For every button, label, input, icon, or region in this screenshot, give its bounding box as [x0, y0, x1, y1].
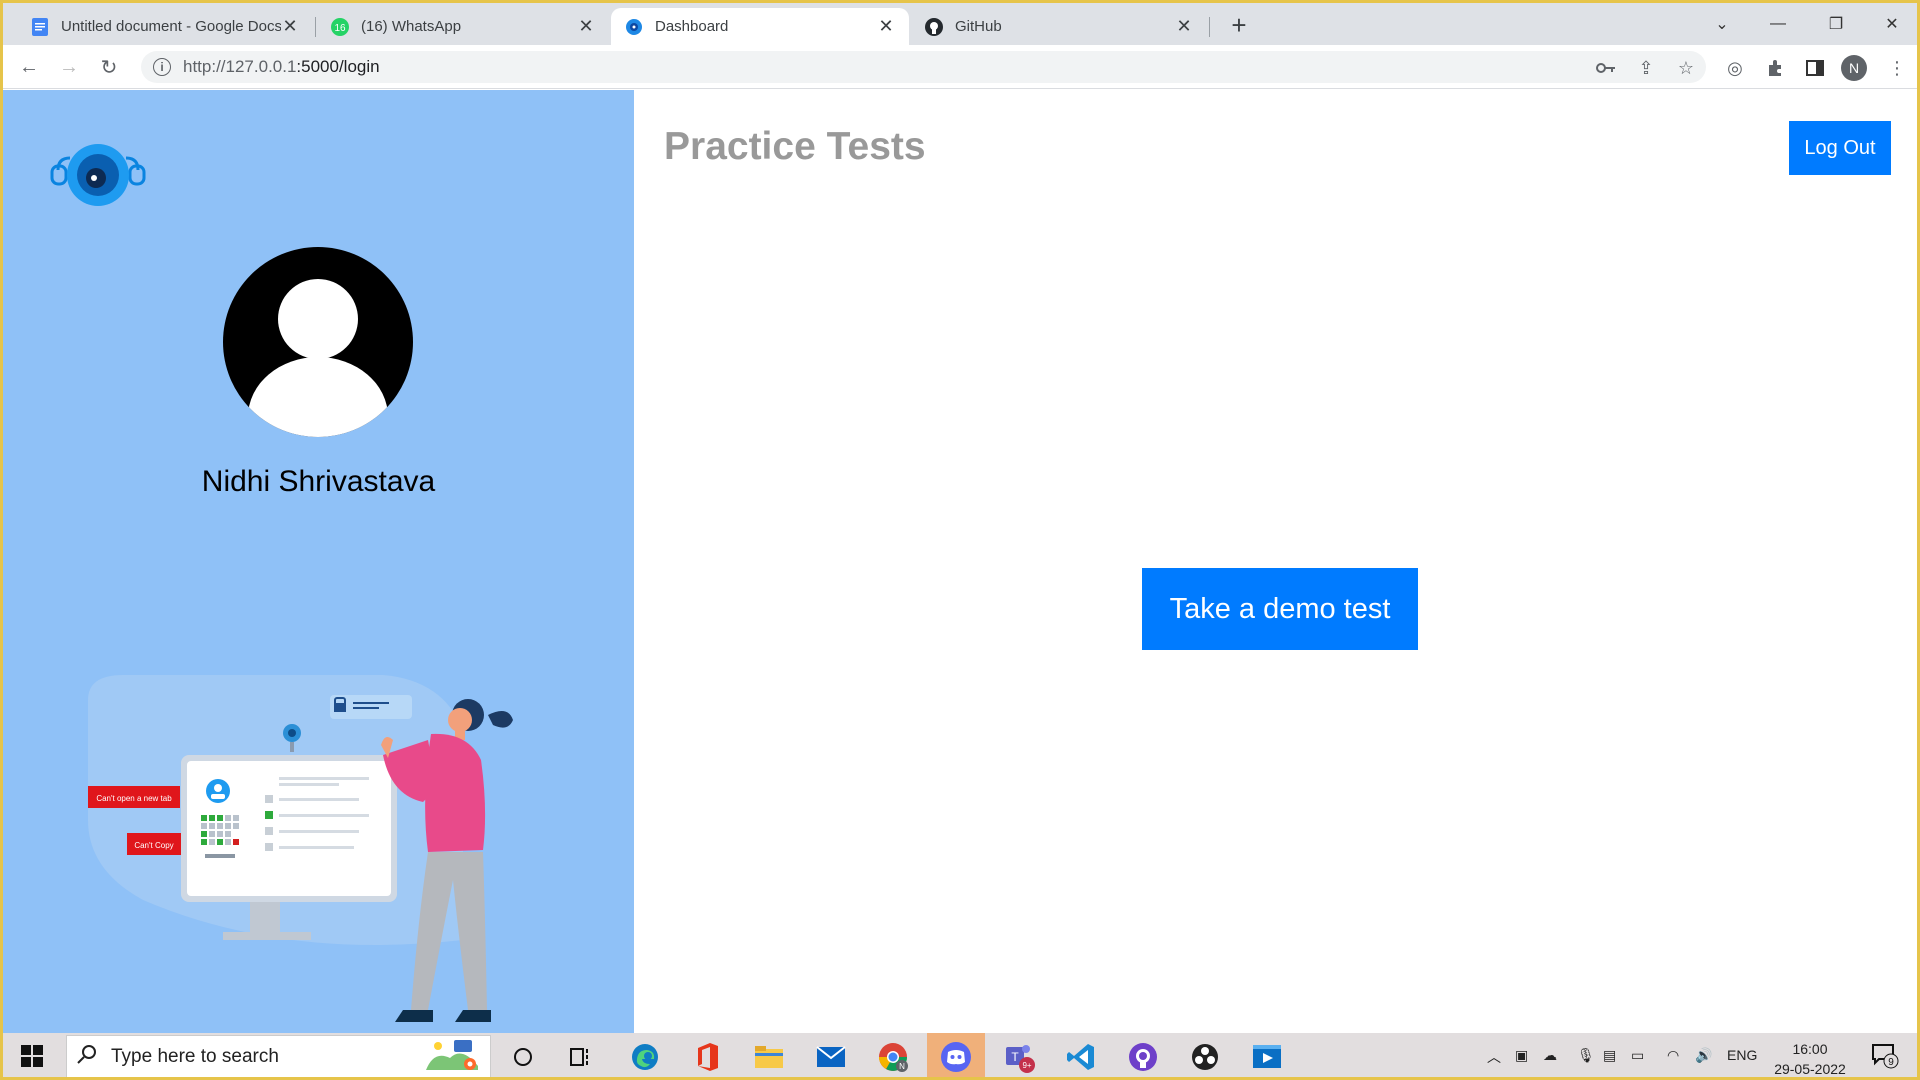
sidebar: Nidhi Shrivastava Can't open a new tab C…	[3, 90, 634, 1033]
browser-tab-strip: Untitled document - Google Docs ✕ 16 (16…	[3, 3, 1917, 45]
browser-toolbar: ← → ↻ i http://127.0.0.1:5000/login ⇪ ☆ …	[3, 45, 1917, 89]
mail-icon[interactable]	[803, 1038, 859, 1076]
github-desktop-icon[interactable]	[1115, 1038, 1171, 1076]
extensions-puzzle-icon[interactable]	[1764, 57, 1786, 79]
google-docs-icon	[31, 17, 49, 36]
search-icon	[77, 1044, 105, 1070]
microphone-icon[interactable]: 🎙	[1577, 1047, 1595, 1064]
bookmark-star-icon[interactable]: ☆	[1675, 57, 1697, 79]
extension-app-icon[interactable]: ◎	[1724, 57, 1746, 79]
take-demo-test-button[interactable]: Take a demo test	[1142, 568, 1418, 650]
close-tab-icon[interactable]: ✕	[577, 16, 595, 36]
meet-now-icon[interactable]: ▣	[1515, 1047, 1528, 1064]
whatsapp-icon: 16	[331, 17, 349, 36]
close-tab-icon[interactable]: ✕	[877, 16, 895, 36]
windows-start-icon[interactable]	[21, 1045, 43, 1067]
language-indicator[interactable]: ENG	[1727, 1047, 1757, 1063]
new-tab-plus-icon[interactable]: +	[1225, 10, 1253, 40]
avatar-body	[248, 357, 388, 437]
close-tab-icon[interactable]: ✕	[281, 16, 299, 36]
address-bar[interactable]: i http://127.0.0.1:5000/login	[141, 51, 1706, 83]
task-view-icon[interactable]	[553, 1038, 609, 1076]
onedrive-cloud-icon[interactable]: ☁	[1543, 1047, 1557, 1064]
discord-icon[interactable]	[927, 1033, 985, 1077]
main-content: Practice Tests Log Out Take a demo test	[634, 90, 1917, 1033]
close-window-icon[interactable]: ✕	[1869, 9, 1915, 39]
user-name: Nidhi Shrivastava	[201, 465, 436, 498]
wifi-icon[interactable]: ◠	[1667, 1047, 1679, 1064]
clock-time: 16:00	[1792, 1041, 1828, 1057]
page-title: Practice Tests	[664, 125, 926, 168]
svg-text:N: N	[899, 1062, 905, 1071]
profile-avatar[interactable]: N	[1841, 55, 1867, 81]
svg-text:T: T	[1011, 1050, 1019, 1064]
taskbar-search-input[interactable]: Type here to search	[66, 1035, 491, 1077]
search-placeholder: Type here to search	[111, 1045, 279, 1067]
tab-google-docs[interactable]: Untitled document - Google Docs ✕	[17, 8, 313, 45]
teams-icon[interactable]: T 9+	[991, 1038, 1047, 1076]
user-avatar	[223, 247, 413, 437]
screen: Untitled document - Google Docs ✕ 16 (16…	[0, 0, 1920, 1080]
svg-text:9: 9	[1888, 1057, 1894, 1068]
back-arrow-icon[interactable]: ←	[15, 53, 43, 81]
key-icon[interactable]	[1595, 57, 1617, 79]
tab-title: GitHub	[955, 18, 1002, 35]
logout-button[interactable]: Log Out	[1789, 121, 1891, 175]
avatar-head	[278, 279, 358, 359]
display-icon[interactable]: ▤	[1603, 1047, 1616, 1064]
tab-title: (16) WhatsApp	[361, 18, 462, 35]
proctoring-illustration: Can't open a new tab Can't Copy	[83, 670, 563, 1033]
share-icon[interactable]: ⇪	[1635, 57, 1657, 79]
edge-browser-icon[interactable]	[617, 1038, 673, 1076]
battery-icon[interactable]: ▭	[1631, 1047, 1644, 1064]
minimize-icon[interactable]: —	[1755, 9, 1801, 39]
notification-center-icon[interactable]: 9	[1871, 1043, 1899, 1072]
show-hidden-icons-chevron[interactable]: ︿	[1487, 1047, 1501, 1067]
site-info-icon[interactable]: i	[153, 58, 171, 76]
tab-separator	[1209, 17, 1210, 37]
tab-warning-label: Can't open a new tab	[96, 794, 172, 803]
tab-separator	[315, 17, 316, 37]
url-text: http://127.0.0.1:5000/login	[183, 57, 380, 76]
dashboard-favicon	[625, 18, 643, 36]
app-logo-icon[interactable]	[48, 140, 148, 210]
copy-warning-label: Can't Copy	[134, 841, 173, 850]
tab-whatsapp[interactable]: 16 (16) WhatsApp ✕	[317, 8, 609, 45]
search-highlight-icon	[424, 1036, 480, 1077]
side-panel-icon[interactable]	[1804, 57, 1826, 79]
tab-search-chevron-icon[interactable]: ⌄	[1699, 9, 1745, 39]
windows-taskbar: Type here to search N T 9+ ︿ ▣ ☁ 🎙 ▤ ▭ ◠…	[3, 1033, 1917, 1077]
clock-date: 29-05-2022	[1774, 1061, 1846, 1077]
web-page: Nidhi Shrivastava Can't open a new tab C…	[3, 90, 1917, 1033]
office-icon[interactable]	[679, 1038, 735, 1076]
svg-text:16: 16	[334, 23, 346, 34]
cortana-icon[interactable]	[495, 1038, 551, 1076]
system-clock[interactable]: 16:00 29-05-2022	[1765, 1039, 1855, 1077]
obs-icon[interactable]	[1177, 1038, 1233, 1076]
volume-icon[interactable]: 🔊	[1695, 1047, 1712, 1064]
forward-arrow-icon[interactable]: →	[55, 53, 83, 81]
svg-text:9+: 9+	[1022, 1061, 1031, 1070]
tab-dashboard[interactable]: Dashboard ✕	[611, 8, 909, 45]
tab-github[interactable]: GitHub ✕	[911, 8, 1207, 45]
restore-window-icon[interactable]: ❐	[1813, 9, 1859, 39]
video-player-icon[interactable]	[1239, 1038, 1295, 1076]
vscode-icon[interactable]	[1053, 1038, 1109, 1076]
tab-title: Untitled document - Google Docs	[61, 18, 281, 35]
file-explorer-icon[interactable]	[741, 1038, 797, 1076]
tab-title: Dashboard	[655, 18, 729, 35]
close-tab-icon[interactable]: ✕	[1175, 16, 1193, 36]
github-icon	[925, 17, 943, 36]
reload-icon[interactable]: ↻	[95, 53, 123, 81]
chrome-icon[interactable]: N	[865, 1038, 921, 1076]
menu-kebab-icon[interactable]: ⋮	[1886, 57, 1908, 79]
